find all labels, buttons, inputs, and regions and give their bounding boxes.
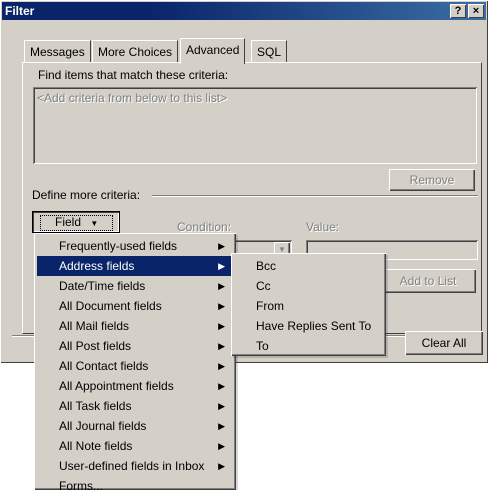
menu-item-label: User-defined fields in Inbox [59, 459, 205, 473]
menu-item-label: Cc [256, 279, 271, 293]
menu-item-all-appointment-fields[interactable]: All Appointment fields ▶ [37, 376, 233, 396]
submenu-item-have-replies-sent-to[interactable]: Have Replies Sent To [234, 316, 383, 336]
menu-item-all-mail-fields[interactable]: All Mail fields ▶ [37, 316, 233, 336]
tab-messages[interactable]: Messages [24, 40, 91, 63]
tab-advanced[interactable]: Advanced [180, 38, 246, 64]
field-button-label: Field [55, 215, 82, 229]
condition-label: Condition: [177, 220, 232, 234]
menu-item-user-defined-fields[interactable]: User-defined fields in Inbox ▶ [37, 456, 233, 476]
criteria-placeholder: <Add criteria from below to this list> [37, 91, 228, 105]
submenu-item-from[interactable]: From [234, 296, 383, 316]
add-to-list-label: Add to List [399, 274, 457, 288]
criteria-list[interactable]: <Add criteria from below to this list> [33, 87, 477, 164]
tab-label: Advanced [186, 43, 240, 57]
chevron-right-icon: ▶ [218, 301, 225, 311]
menu-item-all-journal-fields[interactable]: All Journal fields ▶ [37, 416, 233, 436]
address-fields-submenu: Bcc Cc From Have Replies Sent To To [231, 253, 386, 356]
menu-item-label: All Journal fields [59, 419, 147, 433]
define-criteria-label: Define more criteria: [32, 188, 141, 202]
chevron-right-icon: ▶ [218, 461, 225, 471]
tab-sql[interactable]: SQL [251, 40, 288, 63]
menu-item-address-fields[interactable]: Address fields ▶ [37, 256, 233, 276]
value-label: Value: [306, 220, 340, 234]
menu-item-all-document-fields[interactable]: All Document fields ▶ [37, 296, 233, 316]
menu-item-label: All Document fields [59, 299, 162, 313]
menu-item-frequently-used-fields[interactable]: Frequently-used fields ▶ [37, 236, 233, 256]
menu-item-label: All Task fields [59, 399, 132, 413]
add-to-list-button[interactable]: Add to List [380, 269, 476, 293]
submenu-item-to[interactable]: To [234, 336, 383, 356]
close-icon: × [472, 5, 480, 17]
tab-label: More Choices [98, 45, 173, 59]
menu-item-date-time-fields[interactable]: Date/Time fields ▶ [37, 276, 233, 296]
tab-label: Messages [30, 45, 85, 59]
tab-more-choices[interactable]: More Choices [92, 40, 179, 63]
menu-item-label: All Note fields [59, 439, 133, 453]
menu-item-all-post-fields[interactable]: All Post fields ▶ [37, 336, 233, 356]
menu-item-label: To [256, 339, 269, 353]
find-items-label: Find items that match these criteria: [38, 68, 229, 82]
remove-button-label: Remove [409, 173, 455, 187]
menu-item-label: All Appointment fields [59, 379, 174, 393]
menu-item-forms[interactable]: Forms... [37, 476, 233, 490]
field-menu: Frequently-used fields ▶ Address fields ▶ … [34, 233, 236, 490]
menu-item-label: From [256, 299, 284, 313]
help-icon: ? [454, 5, 462, 17]
menu-item-label: All Mail fields [59, 319, 130, 333]
menu-item-label: Address fields [59, 259, 135, 273]
menu-item-label: Have Replies Sent To [256, 319, 372, 333]
menu-item-label: Date/Time fields [59, 279, 146, 293]
chevron-right-icon: ▶ [218, 261, 225, 271]
submenu-item-cc[interactable]: Cc [234, 276, 383, 296]
field-button[interactable]: Field ▼ [33, 212, 119, 232]
clear-all-button[interactable]: Clear All [405, 331, 483, 355]
chevron-right-icon: ▶ [218, 241, 225, 251]
menu-item-all-task-fields[interactable]: All Task fields ▶ [37, 396, 233, 416]
submenu-item-bcc[interactable]: Bcc [234, 256, 383, 276]
menu-item-all-contact-fields[interactable]: All Contact fields ▶ [37, 356, 233, 376]
menu-item-label: Forms... [59, 479, 103, 490]
menu-item-label: All Contact fields [59, 359, 149, 373]
menu-item-label: All Post fields [59, 339, 132, 353]
chevron-right-icon: ▶ [218, 281, 225, 291]
help-button[interactable]: ? [450, 4, 466, 18]
remove-button[interactable]: Remove [389, 169, 475, 191]
group-divider [152, 195, 478, 197]
chevron-right-icon: ▶ [218, 381, 225, 391]
chevron-right-icon: ▶ [218, 401, 225, 411]
chevron-down-icon: ▼ [90, 219, 99, 228]
menu-item-all-note-fields[interactable]: All Note fields ▶ [37, 436, 233, 456]
chevron-right-icon: ▶ [218, 361, 225, 371]
menu-item-label: Bcc [256, 259, 277, 273]
window-title: Filter [5, 4, 35, 18]
clear-all-label: Clear All [421, 336, 467, 350]
title-bar[interactable]: Filter ? × [2, 2, 486, 20]
close-button[interactable]: × [468, 4, 484, 18]
tab-label: SQL [257, 45, 282, 59]
chevron-right-icon: ▶ [218, 441, 225, 451]
chevron-right-icon: ▶ [218, 321, 225, 331]
chevron-right-icon: ▶ [218, 341, 225, 351]
chevron-right-icon: ▶ [218, 421, 225, 431]
menu-item-label: Frequently-used fields [59, 239, 178, 253]
